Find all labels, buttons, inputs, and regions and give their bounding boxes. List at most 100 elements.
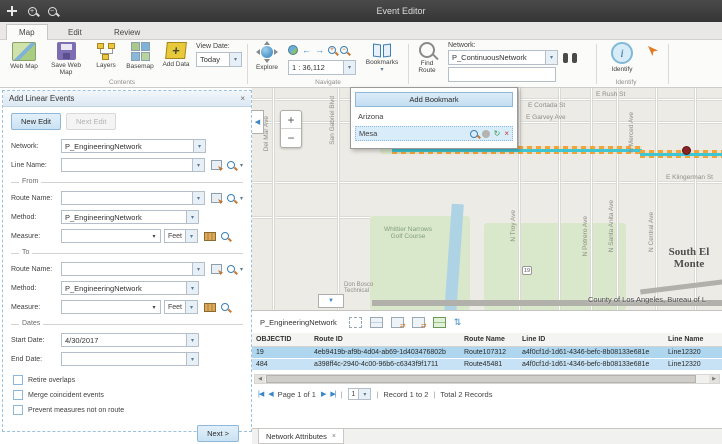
last-page-icon[interactable]: ▶|	[330, 391, 335, 398]
caret-icon[interactable]: ▾	[185, 230, 197, 242]
bookmark-refresh-icon[interactable]: ↻	[494, 130, 501, 138]
find-route-button[interactable]: Find Route	[412, 42, 442, 75]
network-select[interactable]: P_ContinuousNetwork ▾	[448, 50, 558, 65]
caret-icon[interactable]: ▾	[240, 266, 243, 273]
caret-icon[interactable]: ▾	[192, 263, 204, 275]
prevent-measures-checkbox[interactable]	[13, 405, 23, 415]
scroll-right-icon[interactable]: ▶	[709, 375, 719, 383]
caret-icon[interactable]: ▾	[185, 301, 197, 313]
zoom-in-icon[interactable]: +	[24, 3, 40, 19]
caret-icon[interactable]: ▾	[186, 353, 198, 365]
bookmark-item-arizona[interactable]: Arizona	[355, 110, 513, 123]
next-button[interactable]: Next >	[197, 425, 239, 442]
bookmarks-button[interactable]: Bookmarks ▾	[362, 42, 402, 73]
bookmark-zoom-icon[interactable]	[470, 130, 478, 138]
forward-extent-icon[interactable]: →	[315, 46, 324, 55]
merge-coincident-checkbox[interactable]	[13, 390, 23, 400]
back-extent-icon[interactable]: ←	[302, 46, 311, 55]
explore-button[interactable]: Explore	[252, 42, 282, 71]
map-zoom-out-button[interactable]: −	[281, 129, 301, 147]
close-icon[interactable]: ×	[332, 433, 336, 440]
caret-icon[interactable]: ▾	[240, 195, 243, 202]
horizontal-scrollbar[interactable]: ◀ ▶	[254, 374, 720, 384]
caret-icon[interactable]: ▾	[192, 192, 204, 204]
to-route-name-field[interactable]: ▾	[61, 262, 205, 276]
col-objectid[interactable]: OBJECTID	[252, 333, 310, 346]
select-line-icon[interactable]	[211, 160, 222, 170]
collapse-table-button[interactable]: ▼	[318, 294, 344, 308]
bookmark-delete-icon[interactable]: ×	[504, 130, 509, 138]
swap-arrows-icon[interactable]: ⇄	[391, 317, 404, 328]
scale-select[interactable]: 1 : 36,112 ▾	[288, 60, 356, 75]
tab-edit[interactable]: Edit	[56, 24, 94, 40]
caret-icon[interactable]: ▾	[343, 61, 355, 74]
caret-icon[interactable]: ▾	[229, 53, 241, 66]
zoom-line-icon[interactable]	[227, 161, 235, 169]
caret-icon[interactable]: ▾	[148, 230, 160, 242]
caret-icon[interactable]: ▾	[186, 282, 198, 294]
swap-arrows-icon[interactable]: ⇄	[412, 317, 425, 328]
from-method-field[interactable]: P_EngineeringNetwork ▾	[61, 210, 199, 224]
zoom-in-map-icon[interactable]: +	[328, 46, 336, 54]
scroll-left-icon[interactable]: ◀	[255, 375, 265, 383]
line-name-field[interactable]: ▾	[61, 158, 205, 172]
next-edit-button[interactable]: Next Edit	[66, 113, 116, 130]
start-date-field[interactable]: 4/30/2017 ▾	[61, 333, 199, 347]
zoom-measure-icon[interactable]	[221, 303, 229, 311]
from-measure-field[interactable]: ▾	[61, 229, 161, 243]
ruler-icon[interactable]	[204, 303, 216, 312]
close-icon[interactable]: ×	[240, 94, 245, 103]
layers-button[interactable]: Layers	[88, 42, 124, 69]
from-unit-select[interactable]: Feet ▾	[164, 229, 198, 243]
table-row[interactable]: 484 a398ff4c-2940-4c00-96b6-c6343f9f1711…	[252, 358, 722, 370]
caret-icon[interactable]: ▾	[358, 389, 370, 399]
caret-icon[interactable]: ▾	[545, 51, 557, 64]
bookmark-item-mesa[interactable]: Mesa ↻ ×	[355, 126, 513, 141]
identify-button[interactable]: i Identify	[604, 42, 640, 73]
basemap-button[interactable]: Basemap	[122, 42, 158, 70]
caret-icon[interactable]: ▾	[148, 301, 160, 313]
select-route-icon[interactable]	[211, 264, 222, 274]
zoom-out-icon[interactable]: −	[44, 3, 60, 19]
dashed-select-icon[interactable]	[349, 317, 362, 328]
tab-map[interactable]: Map	[6, 24, 48, 40]
pan-icon[interactable]	[4, 3, 20, 19]
tab-review[interactable]: Review	[102, 24, 152, 40]
zoom-route-icon[interactable]	[227, 265, 235, 273]
col-route-name[interactable]: Route Name	[460, 333, 518, 346]
zoom-out-map-icon[interactable]: −	[340, 46, 348, 54]
next-page-icon[interactable]: ▶	[321, 391, 325, 398]
caret-icon[interactable]: ▾	[186, 334, 198, 346]
ruler-icon[interactable]	[204, 232, 216, 241]
sort-icon[interactable]: ⇅	[454, 318, 462, 327]
globe-icon[interactable]	[288, 45, 298, 55]
first-page-icon[interactable]: |◀	[258, 391, 263, 398]
binoculars-icon[interactable]	[563, 53, 577, 63]
save-web-map-button[interactable]: Save Web Map	[48, 42, 84, 77]
col-line-name[interactable]: Line Name	[664, 333, 722, 346]
tab-network-attributes[interactable]: Network Attributes ×	[258, 429, 344, 444]
scrollbar-thumb[interactable]	[266, 375, 696, 383]
page-size-select[interactable]: 1 ▾	[348, 388, 372, 400]
pushpin-icon[interactable]	[648, 46, 658, 56]
to-method-field[interactable]: P_EngineeringNetwork ▾	[61, 281, 199, 295]
add-bookmark-button[interactable]: Add Bookmark	[355, 92, 513, 107]
view-date-select[interactable]: Today ▾	[196, 52, 242, 67]
green-grid-icon[interactable]	[433, 317, 446, 328]
prev-page-icon[interactable]: ◀	[268, 391, 272, 398]
from-route-name-field[interactable]: ▾	[61, 191, 205, 205]
col-route-id[interactable]: Route ID	[310, 333, 460, 346]
zoom-measure-icon[interactable]	[221, 232, 229, 240]
add-data-button[interactable]: Add Data	[158, 42, 194, 68]
col-line-id[interactable]: Line ID	[518, 333, 664, 346]
new-edit-button[interactable]: New Edit	[11, 113, 61, 130]
caret-icon[interactable]: ▾	[192, 159, 204, 171]
caret-icon[interactable]: ▾	[193, 140, 205, 152]
to-measure-field[interactable]: ▾	[61, 300, 161, 314]
retire-overlaps-checkbox[interactable]	[13, 375, 23, 385]
map-zoom-in-button[interactable]: +	[281, 111, 301, 129]
table-row[interactable]: 19 4eb9419b-af9b-4d04-ab69-1d403476802b …	[252, 346, 722, 358]
grid-icon[interactable]	[370, 317, 383, 328]
web-map-button[interactable]: Web Map	[6, 42, 42, 70]
collapse-panel-button[interactable]: ◀	[252, 110, 264, 134]
